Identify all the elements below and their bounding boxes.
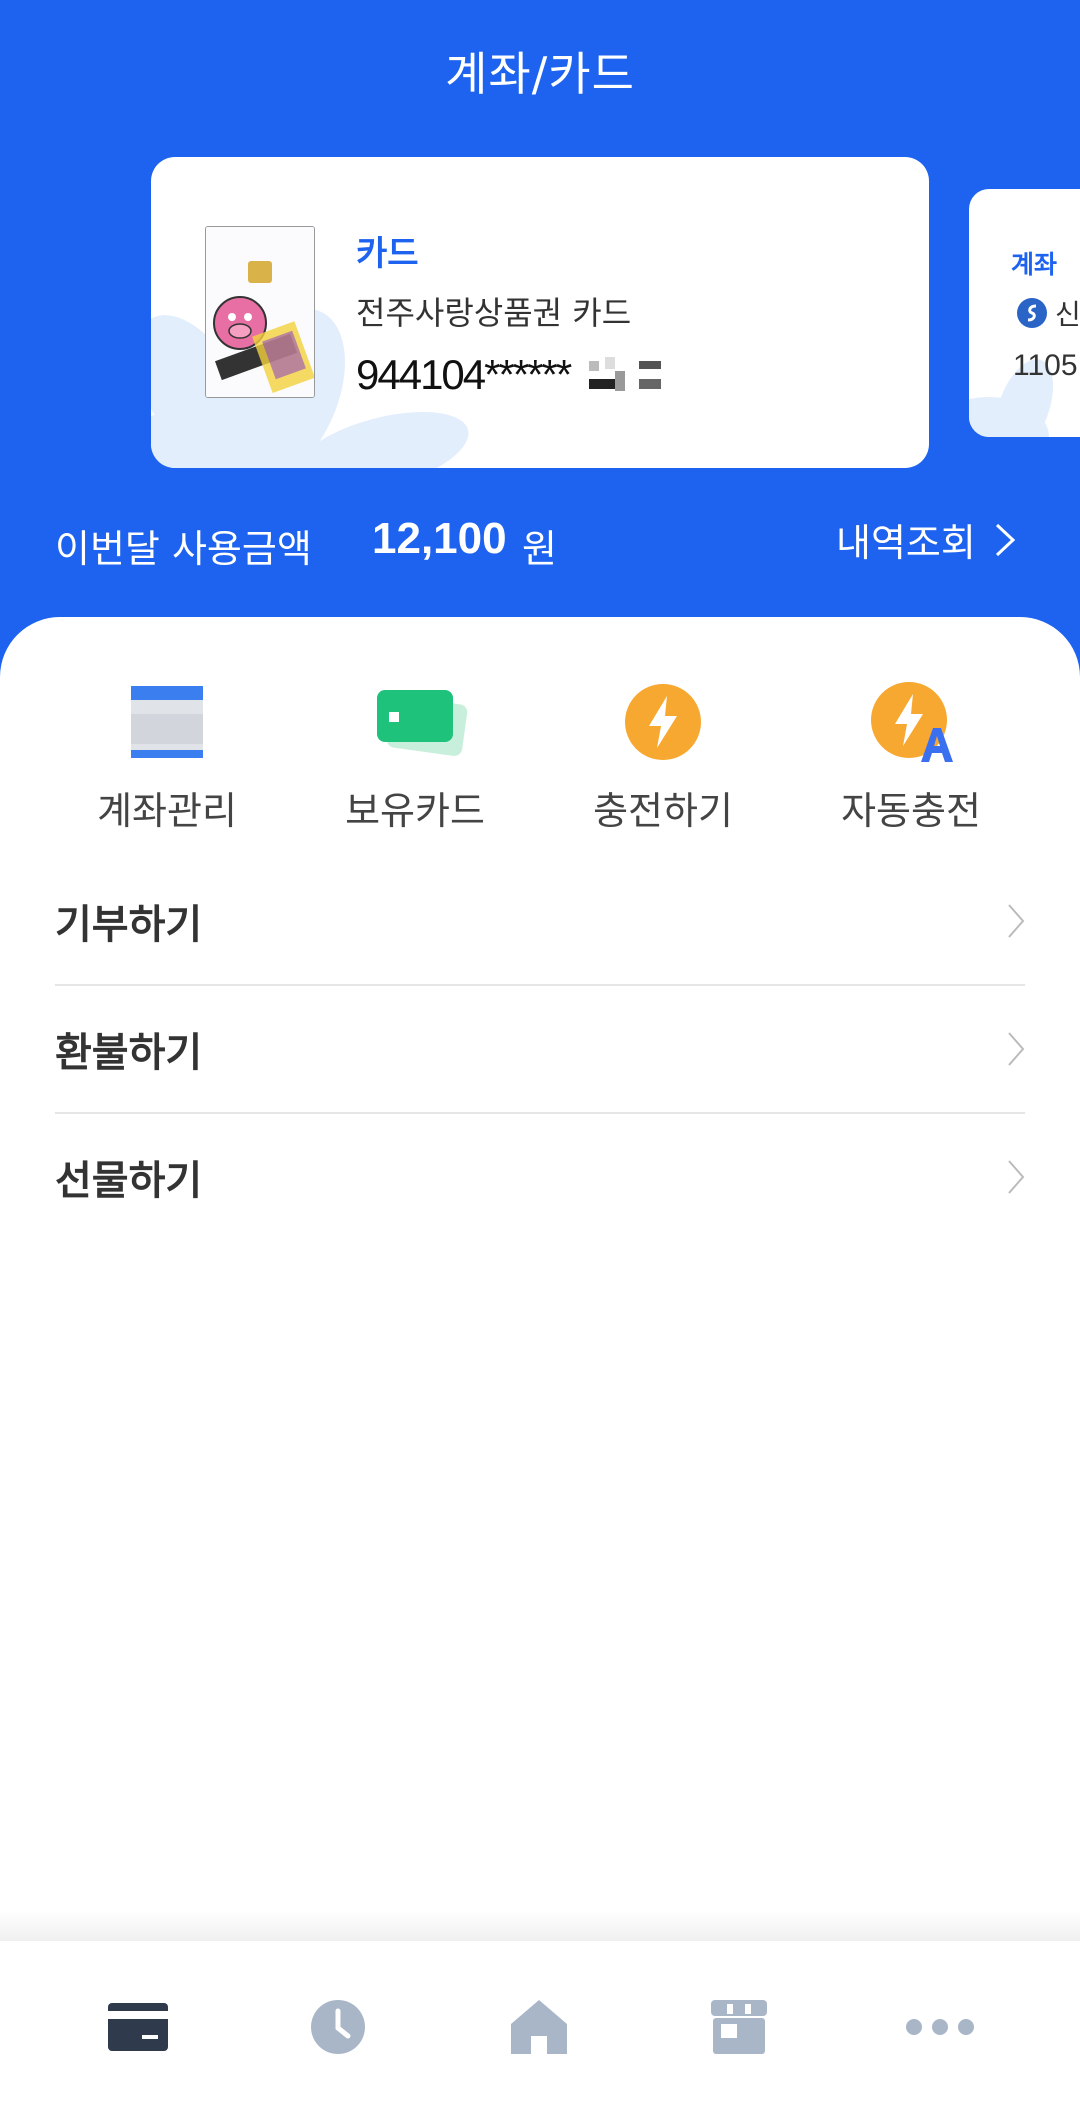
chevron-right-icon	[995, 523, 1016, 556]
menu-item-donate[interactable]: 기부하기	[55, 857, 1025, 985]
nav-shadow	[0, 1910, 1080, 1940]
nav-home-button[interactable]	[499, 1987, 579, 2067]
menu-item-label: 선물하기	[55, 1158, 203, 1204]
chevron-right-icon	[1008, 1032, 1025, 1066]
quick-action-account[interactable]: 계좌관리	[57, 680, 277, 835]
bank-name: 신	[1017, 293, 1080, 333]
chevron-right-icon	[1008, 904, 1025, 938]
card-carousel-item-account[interactable]: 계좌 신 1105	[969, 189, 1080, 437]
chevron-right-icon	[1008, 1160, 1025, 1194]
lightning-icon	[621, 680, 705, 764]
card-thumbnail-image	[205, 226, 315, 398]
nav-history-button[interactable]	[298, 1987, 378, 2067]
card-type-label: 카드	[356, 234, 419, 274]
quick-action-label: 계좌관리	[97, 789, 237, 833]
quick-action-auto-charge[interactable]: 자동충전	[801, 680, 1021, 835]
card-number: 944104******	[356, 351, 572, 398]
card-carousel-item-card[interactable]: 카드 전주사랑상품권 카드 944104******	[151, 157, 929, 468]
quick-action-label: 자동충전	[841, 789, 981, 833]
monthly-usage-label: 이번달 사용금액	[55, 527, 312, 571]
masked-digits	[589, 357, 661, 391]
page-title: 계좌/카드	[445, 47, 635, 101]
menu-item-refund[interactable]: 환불하기	[55, 985, 1025, 1113]
bank-logo-icon	[1017, 298, 1047, 328]
quick-action-label: 충전하기	[593, 789, 733, 833]
nav-cards-button[interactable]	[98, 1987, 178, 2067]
history-link-label: 내역조회	[836, 521, 976, 565]
more-icon	[906, 2019, 974, 2035]
nav-more-button[interactable]	[900, 1987, 980, 2067]
quick-action-cards[interactable]: 보유카드	[305, 680, 525, 835]
menu-item-gift[interactable]: 선물하기	[55, 1113, 1025, 1241]
auto-charge-icon	[869, 680, 953, 764]
currency-unit: 원	[522, 527, 557, 571]
quick-action-label: 보유카드	[345, 789, 485, 833]
content-sheet	[0, 617, 1080, 2097]
account-icon	[125, 680, 209, 764]
monthly-usage-amount: 12,100	[372, 514, 507, 563]
card-icon	[373, 680, 468, 764]
history-link[interactable]: 내역조회	[836, 512, 1016, 567]
menu-item-label: 환불하기	[55, 1030, 203, 1076]
clock-icon	[311, 2000, 365, 2054]
account-type-label: 계좌	[1011, 250, 1058, 279]
store-icon	[711, 2000, 767, 2054]
home-icon	[511, 2000, 567, 2054]
nav-store-button[interactable]	[699, 1987, 779, 2067]
card-icon	[108, 2003, 168, 2051]
account-number: 1105	[1013, 349, 1078, 382]
card-name: 전주사랑상품권 카드	[356, 294, 632, 332]
bank-name-text: 신	[1055, 298, 1080, 331]
menu-item-label: 기부하기	[55, 902, 203, 948]
bottom-nav	[0, 1940, 1080, 2109]
quick-action-charge[interactable]: 충전하기	[553, 680, 773, 835]
